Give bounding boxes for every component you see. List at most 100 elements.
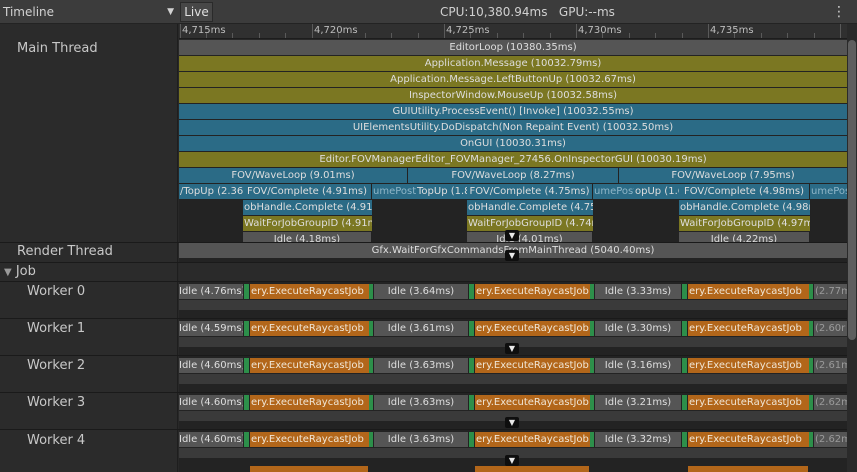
sample-raycast-job[interactable]: ery.ExecuteRaycastJob bbox=[688, 358, 810, 373]
sample-idle[interactable]: Idle (3.64ms) bbox=[374, 284, 469, 299]
profiler-toolbar: Timeline ▼ Live CPU:10,380.94ms GPU:--ms… bbox=[0, 0, 857, 24]
sample-volume-post[interactable]: umePost bbox=[372, 184, 417, 199]
sample-idle[interactable]: Idle (4.60ms) bbox=[179, 395, 244, 410]
sample-wait-job-group[interactable]: WaitForJobGroupID (4.91ms bbox=[243, 216, 373, 231]
sample-raycast-job[interactable]: ery.ExecuteRaycastJob bbox=[475, 432, 591, 447]
expand-caret-icon[interactable]: ▼ bbox=[505, 455, 519, 466]
sample-raycast-job[interactable]: ery.ExecuteRaycastJob bbox=[475, 395, 591, 410]
chevron-down-icon: ▼ bbox=[167, 7, 174, 17]
sample-raycast-job-next[interactable] bbox=[688, 466, 809, 472]
thread-label-worker-2[interactable]: Worker 2 bbox=[27, 358, 85, 373]
view-mode-dropdown[interactable]: Timeline ▼ bbox=[0, 2, 178, 22]
sample-idle[interactable]: Idle (3.63ms) bbox=[374, 432, 469, 447]
vertical-scrollbar-thumb[interactable] bbox=[848, 40, 856, 340]
sample-raycast-job[interactable]: ery.ExecuteRaycastJob bbox=[250, 395, 370, 410]
sample-raycast-job[interactable]: ery.ExecuteRaycastJob bbox=[475, 321, 591, 336]
worker-0-subrow bbox=[179, 300, 848, 310]
sample-idle[interactable]: Idle (3.16ms) bbox=[595, 358, 682, 373]
sample-topup[interactable]: opUp (1.6 bbox=[634, 184, 680, 199]
sample-editor-loop[interactable]: EditorLoop (10380.35ms) bbox=[179, 40, 848, 55]
thread-label-worker-0[interactable]: Worker 0 bbox=[27, 284, 85, 299]
sample-wait-job-group[interactable]: WaitForJobGroupID (4.97ms bbox=[679, 216, 811, 231]
sample-idle[interactable]: Idle (4.60ms) bbox=[179, 358, 244, 373]
expand-caret-icon[interactable]: ▼ bbox=[505, 230, 519, 241]
job-group-label: Job bbox=[15, 264, 36, 279]
expand-caret-icon[interactable]: ▼ bbox=[505, 250, 519, 261]
sample-do-dispatch[interactable]: UIElementsUtility.DoDispatch(Non Repaint… bbox=[179, 120, 848, 135]
sample-raycast-job[interactable]: ery.ExecuteRaycastJob bbox=[688, 432, 810, 447]
sample-idle[interactable]: Idle (4.18ms) bbox=[243, 232, 372, 242]
tick-label: 4,715ms bbox=[182, 25, 226, 36]
sample-idle[interactable]: Idle (3.63ms) bbox=[374, 395, 469, 410]
sample-raycast-job-next[interactable] bbox=[250, 466, 369, 472]
tick-label: 4,720ms bbox=[314, 25, 358, 36]
sample-inspector-gui[interactable]: Editor.FOVManagerEditor_FOVManager_27456… bbox=[179, 152, 848, 167]
sample-jobhandle-complete[interactable]: obHandle.Complete (4.75ms bbox=[467, 200, 594, 215]
kebab-menu-icon[interactable]: ⋮ bbox=[829, 3, 849, 21]
sample-application-message[interactable]: Application.Message (10032.79ms) bbox=[179, 56, 848, 71]
thread-label-render[interactable]: Render Thread bbox=[17, 244, 113, 259]
sample-inspector-mouseup[interactable]: InspectorWindow.MouseUp (10032.58ms) bbox=[179, 88, 848, 103]
sample-jobhandle-complete[interactable]: obHandle.Complete (4.98ms bbox=[679, 200, 811, 215]
worker-2-subrow bbox=[179, 374, 848, 384]
sample-fov-complete[interactable]: FOV/Complete (4.91ms) bbox=[243, 184, 372, 199]
sample-wait-job-group[interactable]: WaitForJobGroupID (4.74ms bbox=[467, 216, 594, 231]
sample-idle[interactable]: (2.62m bbox=[814, 395, 849, 410]
sample-waveloop[interactable]: FOV/WaveLoop (8.27ms) bbox=[408, 168, 619, 183]
sample-raycast-job[interactable]: ery.ExecuteRaycastJob bbox=[250, 358, 370, 373]
sample-idle[interactable]: Idle (3.30ms) bbox=[595, 321, 682, 336]
sample-raycast-job[interactable]: ery.ExecuteRaycastJob bbox=[475, 284, 591, 299]
thread-label-worker-4[interactable]: Worker 4 bbox=[27, 433, 85, 448]
sample-ongui[interactable]: OnGUI (10030.31ms) bbox=[179, 136, 848, 151]
time-ruler[interactable]: 4,715ms 4,720ms 4,725ms 4,730ms 4,735ms bbox=[179, 24, 847, 39]
sample-raycast-job-next[interactable] bbox=[475, 466, 590, 472]
sample-idle[interactable]: Idle (3.61ms) bbox=[374, 321, 469, 336]
sample-volume-post[interactable]: umePost bbox=[593, 184, 635, 199]
sample-idle[interactable]: Idle (3.32ms) bbox=[595, 432, 682, 447]
tick-label: 4,735ms bbox=[710, 25, 754, 36]
sample-idle[interactable]: (2.77m bbox=[814, 284, 849, 299]
thread-label-worker-3[interactable]: Worker 3 bbox=[27, 395, 85, 410]
sample-fov-complete[interactable]: FOV/Complete (4.75ms) bbox=[467, 184, 593, 199]
sample-jobhandle-complete[interactable]: obHandle.Complete (4.91ms bbox=[243, 200, 373, 215]
sample-volume-post[interactable]: umePos bbox=[810, 184, 849, 199]
sample-process-event[interactable]: GUIUtility.ProcessEvent() [Invoke] (1003… bbox=[179, 104, 848, 119]
sample-waveloop[interactable]: FOV/WaveLoop (7.95ms) bbox=[619, 168, 848, 183]
view-mode-label: Timeline bbox=[3, 5, 55, 19]
sample-fov-complete[interactable]: FOV/Complete (4.98ms) bbox=[679, 184, 810, 199]
sample-idle[interactable]: (2.62m bbox=[814, 432, 849, 447]
sample-idle[interactable]: (2.60r bbox=[814, 321, 849, 336]
triangle-down-icon: ▼ bbox=[4, 267, 12, 278]
sample-idle[interactable]: (2.61m bbox=[814, 358, 849, 373]
thread-label-main[interactable]: Main Thread bbox=[17, 41, 98, 56]
sample-idle[interactable]: Idle (4.01ms) bbox=[467, 232, 593, 242]
sample-topup[interactable]: /TopUp (2.36 bbox=[179, 184, 244, 199]
sample-raycast-job[interactable]: ery.ExecuteRaycastJob bbox=[250, 432, 370, 447]
sample-left-button-up[interactable]: Application.Message.LeftButtonUp (10032.… bbox=[179, 72, 848, 87]
sample-idle[interactable]: Idle (3.33ms) bbox=[595, 284, 682, 299]
sample-raycast-job[interactable]: ery.ExecuteRaycastJob bbox=[688, 321, 810, 336]
tick-label: 4,730ms bbox=[578, 25, 622, 36]
frame-stats: CPU:10,380.94ms GPU:--ms bbox=[440, 3, 615, 21]
expand-caret-icon[interactable]: ▼ bbox=[505, 417, 519, 428]
sample-raycast-job[interactable]: ery.ExecuteRaycastJob bbox=[250, 321, 370, 336]
tick-label: 4,725ms bbox=[446, 25, 490, 36]
sample-idle[interactable]: Idle (4.22ms) bbox=[679, 232, 810, 242]
sample-idle[interactable]: Idle (4.60ms) bbox=[179, 432, 244, 447]
sample-raycast-job[interactable]: ery.ExecuteRaycastJob bbox=[250, 284, 370, 299]
job-group-lane bbox=[179, 263, 847, 281]
cpu-time-label: CPU:10,380.94ms bbox=[440, 5, 548, 19]
job-group-toggle[interactable]: ▼ Job bbox=[4, 264, 36, 279]
expand-caret-icon[interactable]: ▼ bbox=[505, 343, 519, 354]
sample-idle[interactable]: Idle (4.76ms) bbox=[179, 284, 244, 299]
sample-raycast-job[interactable]: ery.ExecuteRaycastJob bbox=[688, 395, 810, 410]
thread-label-worker-1[interactable]: Worker 1 bbox=[27, 321, 85, 336]
sample-topup[interactable]: TopUp (1.8 bbox=[416, 184, 468, 199]
sample-raycast-job[interactable]: ery.ExecuteRaycastJob bbox=[688, 284, 810, 299]
sample-idle[interactable]: Idle (4.59ms) bbox=[179, 321, 244, 336]
sample-raycast-job[interactable]: ery.ExecuteRaycastJob bbox=[475, 358, 591, 373]
sample-waveloop[interactable]: FOV/WaveLoop (9.01ms) bbox=[179, 168, 408, 183]
sample-idle[interactable]: Idle (3.63ms) bbox=[374, 358, 469, 373]
sample-idle[interactable]: Idle (3.21ms) bbox=[595, 395, 682, 410]
live-button[interactable]: Live bbox=[180, 2, 213, 22]
